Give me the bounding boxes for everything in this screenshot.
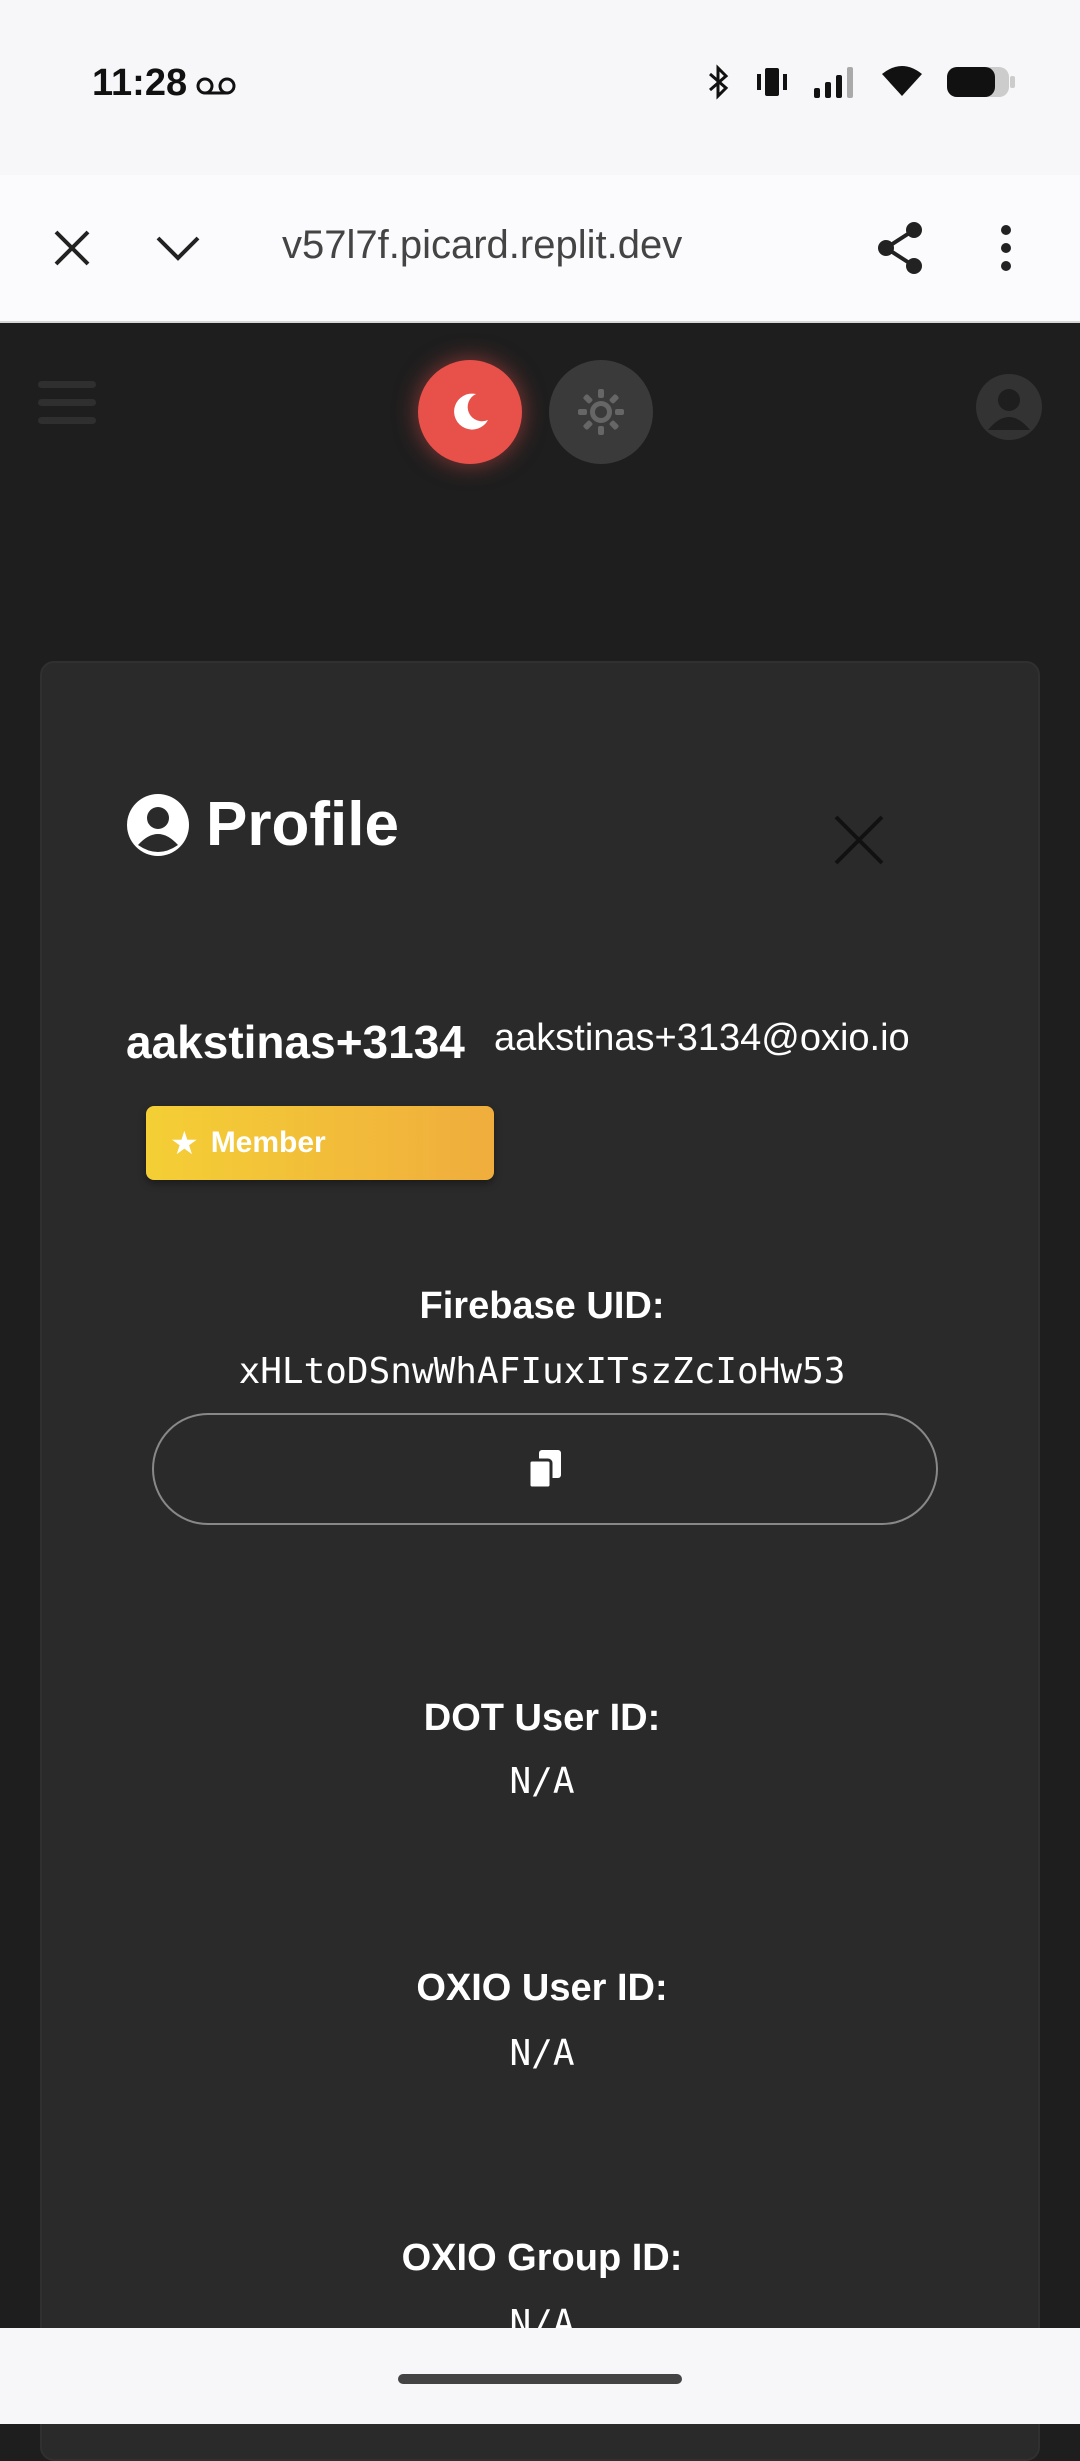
share-icon[interactable] [870,218,930,278]
copy-uid-button[interactable] [152,1413,938,1525]
browser-toolbar: v57l7f.picard.replit.dev [0,175,1080,323]
close-icon[interactable] [832,813,886,867]
user-icon [988,389,1030,430]
close-tab-icon[interactable] [42,218,102,278]
membership-badge: ★ Member [146,1106,494,1180]
signal-icon [814,67,853,98]
navigation-bar [0,2328,1080,2424]
user-circle-icon [127,793,189,856]
username: aakstinas+3134 [126,1016,465,1068]
url-text[interactable]: v57l7f.picard.replit.dev [282,223,682,268]
oxio-user-id-value: N/A [509,2033,575,2074]
profile-modal: Profile aakstinas+3134 aakstinas+3134@ox… [40,661,1040,2461]
copy-icon [527,1450,561,1490]
more-vert-icon[interactable] [976,218,1036,278]
badge-label: Member [210,1126,326,1159]
dot-user-id-label: DOT User ID: [423,1697,661,1739]
home-gesture-handle[interactable] [398,2374,682,2384]
sun-icon [578,389,624,435]
voicemail-icon [196,77,236,95]
dot-user-id-value: N/A [509,1761,575,1802]
profile-header: Profile [126,789,399,860]
user-email: aakstinas+3134@oxio.io [494,1017,910,1059]
oxio-group-id-label: OXIO Group ID: [401,2237,683,2279]
light-theme-button[interactable] [549,360,653,464]
wifi-icon [882,66,922,96]
firebase-uid-label: Firebase UID: [419,1285,665,1327]
status-time: 11:28 [92,62,188,104]
firebase-uid-value: xHLtoDSnwWhAFIuxITszZcIoHw53 [238,1351,846,1392]
status-bar: 11:28 [0,0,1080,175]
chevron-down-icon[interactable] [148,218,208,278]
user-avatar-button[interactable] [976,374,1042,440]
battery-icon [947,67,1015,97]
star-icon: ★ [170,1125,199,1161]
vibrate-icon [757,68,787,96]
page-title: Profile [206,790,399,859]
app-header [0,323,1080,523]
moon-icon [454,393,488,430]
menu-icon[interactable] [38,381,96,431]
oxio-user-id-label: OXIO User ID: [416,1967,668,2009]
bluetooth-icon [709,64,729,100]
dark-theme-button[interactable] [418,360,522,464]
